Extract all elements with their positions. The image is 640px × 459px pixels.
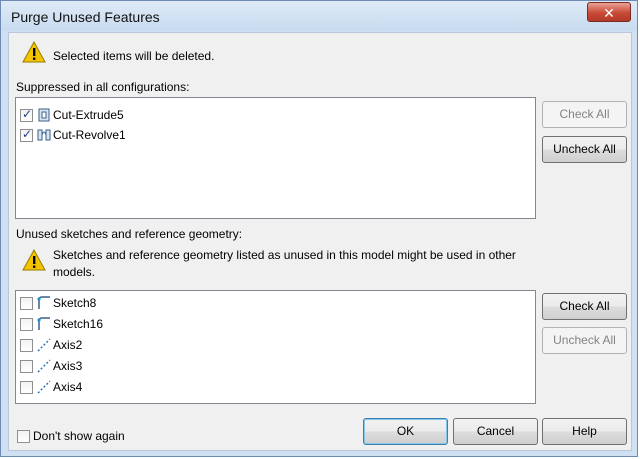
dont-show-again-label: Don't show again xyxy=(33,429,125,443)
checkbox-sketch8[interactable] xyxy=(20,296,33,310)
item-label: Axis4 xyxy=(53,380,83,394)
unused-uncheck-all-button[interactable]: Uncheck All xyxy=(542,327,627,354)
checkbox-axis4[interactable] xyxy=(20,380,33,394)
suppressed-label: Suppressed in all configurations: xyxy=(16,80,190,94)
unused-check-all-button[interactable]: Check All xyxy=(542,293,627,320)
axis-icon xyxy=(37,338,51,352)
help-button[interactable]: Help xyxy=(542,418,627,445)
item-label: Axis3 xyxy=(53,359,83,373)
item-label: Cut-Revolve1 xyxy=(53,128,126,142)
ok-button[interactable]: OK xyxy=(363,418,448,445)
close-button[interactable]: ✕ xyxy=(587,2,631,22)
cancel-button[interactable]: Cancel xyxy=(453,418,538,445)
checkbox-axis2[interactable] xyxy=(20,338,33,352)
dialog-window: Purge Unused Features ✕ Selected items w… xyxy=(0,0,638,457)
dont-show-again-checkbox[interactable]: Don't show again xyxy=(17,427,125,445)
warning-icon xyxy=(22,41,46,63)
unused-warning-message: Sketches and reference geometry listed a… xyxy=(53,248,516,279)
title-bar[interactable]: Purge Unused Features ✕ xyxy=(1,1,637,31)
checkbox-cut-revolve1[interactable] xyxy=(20,127,33,142)
suppressed-check-all-button[interactable]: Check All xyxy=(542,101,627,128)
checkbox-axis3[interactable] xyxy=(20,359,33,373)
suppressed-uncheck-all-button[interactable]: Uncheck All xyxy=(542,136,627,163)
cut-revolve-icon xyxy=(37,129,51,141)
sketch-icon xyxy=(37,296,50,309)
sketch-icon xyxy=(37,317,50,330)
item-label: Axis2 xyxy=(53,338,83,352)
unused-label: Unused sketches and reference geometry: xyxy=(16,227,243,241)
list-item-axis4[interactable]: Axis4 xyxy=(20,378,82,396)
dialog-body: Selected items will be deleted. Suppress… xyxy=(8,32,632,451)
axis-icon xyxy=(37,359,51,373)
list-item-sketch8[interactable]: Sketch8 xyxy=(20,294,96,312)
checkbox-dont-show-again[interactable] xyxy=(17,429,30,443)
suppressed-list[interactable]: Cut-Extrude5 Cut-Revolve1 xyxy=(15,97,536,219)
axis-icon xyxy=(37,380,51,394)
warning-message: Selected items will be deleted. xyxy=(53,49,215,63)
list-item-axis3[interactable]: Axis3 xyxy=(20,357,82,375)
item-label: Cut-Extrude5 xyxy=(53,108,124,122)
list-item-sketch16[interactable]: Sketch16 xyxy=(20,315,103,333)
item-label: Sketch8 xyxy=(53,296,97,310)
item-label: Sketch16 xyxy=(53,317,104,331)
checkbox-cut-extrude5[interactable] xyxy=(20,107,33,122)
list-item-cut-extrude5[interactable]: Cut-Extrude5 xyxy=(20,106,124,124)
warning-icon xyxy=(22,249,46,271)
list-item-axis2[interactable]: Axis2 xyxy=(20,336,82,354)
checkbox-sketch16[interactable] xyxy=(20,317,33,331)
list-item-cut-revolve1[interactable]: Cut-Revolve1 xyxy=(20,126,126,144)
dialog-title: Purge Unused Features xyxy=(11,9,160,25)
cut-extrude-icon xyxy=(38,108,50,122)
unused-list[interactable]: Sketch8 Sketch16 Axis2 Axis3 Axis4 xyxy=(15,290,536,404)
